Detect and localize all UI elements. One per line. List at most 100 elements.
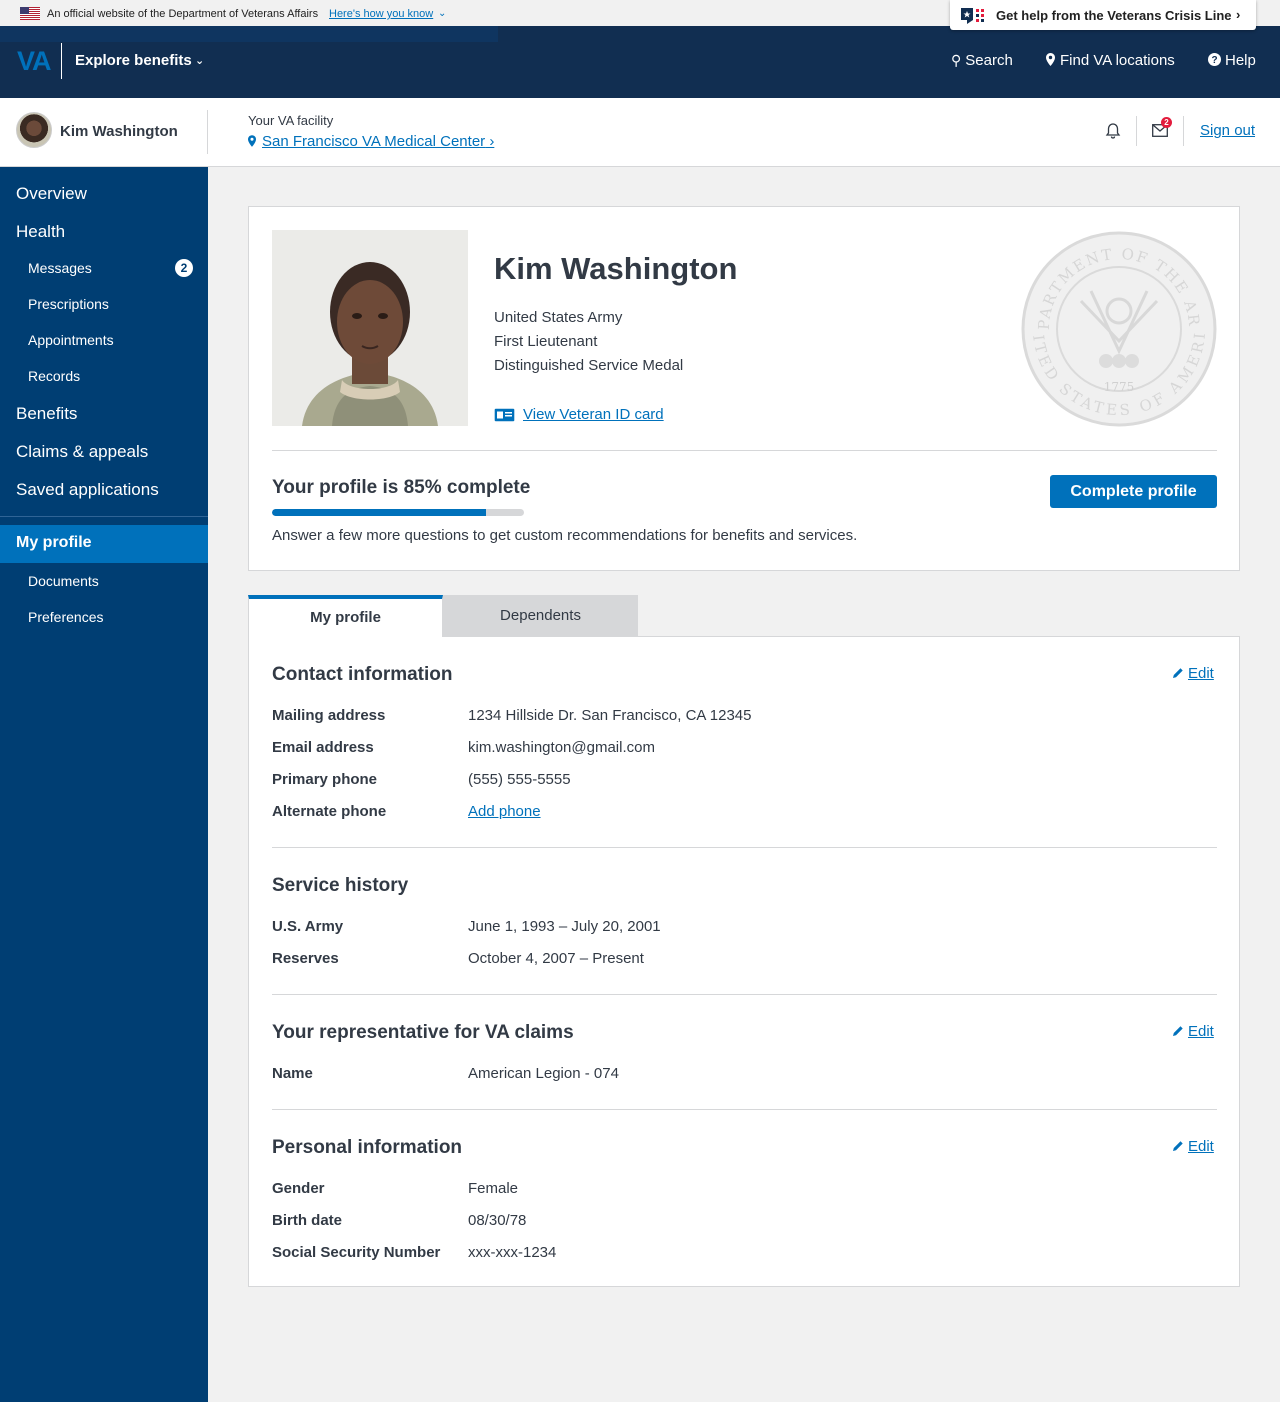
sidebar-item-messages[interactable]: Messages xyxy=(28,260,92,276)
profile-completion-fill xyxy=(272,509,487,516)
crisis-line-icon xyxy=(961,8,984,24)
birth-date-value: 08/30/78 xyxy=(468,1212,527,1229)
sidebar-item-benefits[interactable]: Benefits xyxy=(16,404,77,424)
search-label: Search xyxy=(965,52,1013,69)
profile-details-panel: Contact information Edit Mailing address… xyxy=(248,636,1240,1287)
user-bar-divider xyxy=(1136,116,1137,146)
army-seal-icon: DEPARTMENT OF THE ARMY UNITED STATES OF … xyxy=(1021,231,1217,427)
sidebar-item-saved-applications[interactable]: Saved applications xyxy=(16,480,159,500)
reserves-service-value: October 4, 2007 – Present xyxy=(468,950,644,967)
mailing-address-label: Mailing address xyxy=(272,707,386,724)
sidebar-item-records[interactable]: Records xyxy=(28,368,80,384)
explore-benefits-menu[interactable]: Explore benefits xyxy=(75,52,192,69)
user-bar-divider xyxy=(207,110,208,154)
section-divider xyxy=(272,847,1217,848)
profile-rank: First Lieutenant xyxy=(494,333,598,350)
sidebar-item-appointments[interactable]: Appointments xyxy=(28,332,114,348)
crisis-line-label: Get help from the Veterans Crisis Line xyxy=(996,8,1232,23)
tab-my-profile[interactable]: My profile xyxy=(248,595,443,637)
pencil-icon xyxy=(1173,1141,1183,1151)
gender-label: Gender xyxy=(272,1180,325,1197)
add-phone-link[interactable]: Add phone xyxy=(468,803,541,820)
sidebar-item-preferences[interactable]: Preferences xyxy=(28,609,103,625)
representative-name-label: Name xyxy=(272,1065,313,1082)
sign-out-link[interactable]: Sign out xyxy=(1200,122,1255,139)
primary-phone-value: (555) 555-5555 xyxy=(468,771,571,788)
primary-phone-label: Primary phone xyxy=(272,771,378,788)
edit-label: Edit xyxy=(1188,665,1214,682)
map-pin-icon xyxy=(1046,53,1055,66)
personal-edit-button[interactable]: Edit xyxy=(1172,1138,1214,1155)
section-divider xyxy=(272,994,1217,995)
logo-divider xyxy=(61,43,62,79)
help-nav[interactable]: ? Help xyxy=(1208,52,1256,69)
sidebar-item-overview[interactable]: Overview xyxy=(16,184,87,204)
help-icon: ? xyxy=(1208,53,1221,66)
facility-label: Your VA facility xyxy=(248,113,334,128)
alternate-phone-label: Alternate phone xyxy=(272,803,387,820)
profile-summary-card: Kim Washington United States Army First … xyxy=(248,206,1240,571)
find-locations-nav[interactable]: Find VA locations xyxy=(1046,52,1175,69)
us-flag-icon xyxy=(20,7,40,20)
profile-photo xyxy=(272,230,468,426)
user-bar: Kim Washington Your VA facility San Fran… xyxy=(0,98,1280,167)
profile-completion-bar xyxy=(272,509,524,516)
help-label: Help xyxy=(1225,52,1256,69)
search-nav[interactable]: ⚲ Search xyxy=(951,52,1013,69)
contact-edit-button[interactable]: Edit xyxy=(1172,665,1214,682)
email-address-label: Email address xyxy=(272,739,374,756)
tab-dependents[interactable]: Dependents xyxy=(443,595,638,637)
messages-count-badge: 2 xyxy=(175,259,193,277)
birth-date-label: Birth date xyxy=(272,1212,343,1229)
pencil-icon xyxy=(1173,668,1183,678)
site-header: VA Explore benefits ⌄ ⚲ Search Find VA lo… xyxy=(0,26,1280,98)
profile-award: Distinguished Service Medal xyxy=(494,357,684,374)
header-accent xyxy=(0,26,498,42)
complete-profile-button[interactable]: Complete profile xyxy=(1050,475,1217,508)
sidebar-divider xyxy=(0,516,208,517)
sidebar-item-documents[interactable]: Documents xyxy=(28,573,99,589)
profile-completion-title: Your profile is 85% complete xyxy=(272,477,531,498)
representative-edit-button[interactable]: Edit xyxy=(1172,1023,1214,1040)
sidebar-item-label: My profile xyxy=(16,534,92,551)
profile-branch: United States Army xyxy=(494,309,623,326)
avatar[interactable] xyxy=(16,112,52,148)
bell-icon[interactable] xyxy=(1105,122,1121,140)
user-name[interactable]: Kim Washington xyxy=(60,123,178,140)
view-veteran-id-link[interactable]: View Veteran ID card xyxy=(523,406,664,423)
gender-value: Female xyxy=(468,1180,519,1197)
find-locations-label: Find VA locations xyxy=(1060,52,1175,69)
user-bar-divider xyxy=(1183,116,1184,146)
facility-link[interactable]: San Francisco VA Medical Center › xyxy=(262,133,494,150)
ssn-value: xxx-xxx-1234 xyxy=(468,1244,557,1261)
chevron-down-icon: ⌄ xyxy=(195,55,205,67)
personal-information-heading: Personal information xyxy=(272,1137,463,1158)
chevron-down-icon: ⌄ xyxy=(438,8,447,19)
edit-label: Edit xyxy=(1188,1138,1214,1155)
sidebar-item-prescriptions[interactable]: Prescriptions xyxy=(28,296,109,312)
facility-name: San Francisco VA Medical Center xyxy=(262,133,486,150)
map-pin-icon xyxy=(248,135,256,150)
email-address-value: kim.washington@gmail.com xyxy=(468,739,655,756)
sidebar-item-claims[interactable]: Claims & appeals xyxy=(16,442,148,462)
representative-heading: Your representative for VA claims xyxy=(272,1022,574,1043)
ssn-label: Social Security Number xyxy=(272,1244,441,1261)
army-service-value: June 1, 1993 – July 20, 2001 xyxy=(468,918,661,935)
sidebar-item-health[interactable]: Health xyxy=(16,222,65,242)
crisis-line-button[interactable]: Get help from the Veterans Crisis Line › xyxy=(950,0,1256,30)
section-divider xyxy=(272,1109,1217,1110)
va-logo[interactable]: VA xyxy=(17,46,52,77)
profile-completion-description: Answer a few more questions to get custo… xyxy=(272,527,858,544)
sidebar-nav: Overview Health Messages 2 Prescriptions… xyxy=(0,167,208,1402)
seal-year: 1775 xyxy=(1104,380,1135,394)
alternate-phone-value: Add phone xyxy=(468,803,541,820)
sidebar-item-my-profile[interactable]: My profile xyxy=(0,525,208,563)
mail-count-badge: 2 xyxy=(1161,117,1172,128)
mailing-address-value: 1234 Hillside Dr. San Francisco, CA 1234… xyxy=(468,707,752,724)
search-icon: ⚲ xyxy=(951,52,962,68)
card-divider xyxy=(272,450,1217,451)
how-you-know-link[interactable]: Here's how you know xyxy=(329,8,433,20)
service-history-heading: Service history xyxy=(272,875,409,896)
edit-label: Edit xyxy=(1188,1023,1214,1040)
army-service-label: U.S. Army xyxy=(272,918,344,935)
